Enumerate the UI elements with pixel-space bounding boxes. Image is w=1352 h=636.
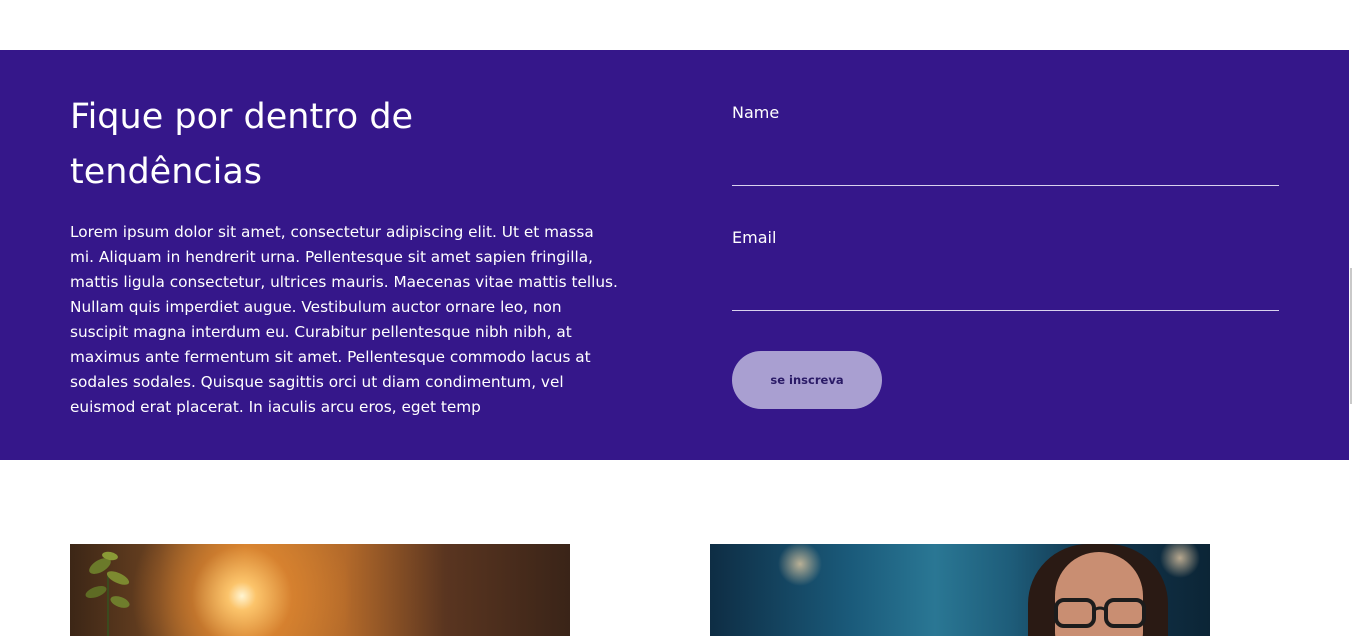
page: Fique por dentro de tendências Lorem ips… bbox=[0, 0, 1352, 636]
card-image-person-working[interactable] bbox=[70, 544, 570, 636]
name-field-underline bbox=[732, 185, 1279, 186]
newsletter-description: Lorem ipsum dolor sit amet, consectetur … bbox=[70, 223, 618, 416]
email-label: Email bbox=[732, 228, 777, 247]
name-label: Name bbox=[732, 103, 780, 122]
newsletter-title: Fique por dentro de tendências bbox=[70, 97, 414, 192]
subscribe-button[interactable]: se inscreva bbox=[732, 351, 882, 409]
newsletter-section: Fique por dentro de tendências Lorem ips… bbox=[0, 50, 1349, 460]
plant-graphic bbox=[85, 551, 130, 636]
glasses-graphic bbox=[1054, 598, 1146, 628]
name-field[interactable] bbox=[732, 145, 1279, 185]
email-field-underline bbox=[732, 310, 1279, 311]
card-image-woman-glasses[interactable] bbox=[710, 544, 1210, 636]
email-field[interactable] bbox=[732, 270, 1279, 310]
